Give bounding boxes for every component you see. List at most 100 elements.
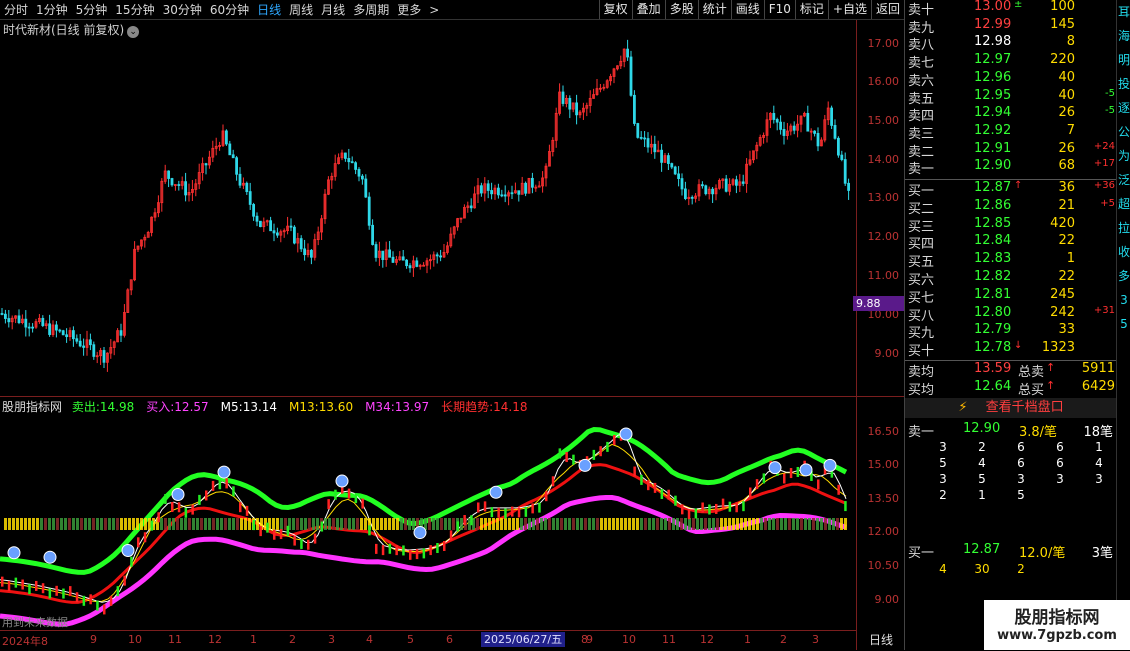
indicator-bar bbox=[116, 586, 120, 597]
indicator-name[interactable]: 股朋指标网 bbox=[2, 400, 62, 414]
level-change: -5 bbox=[1105, 87, 1115, 99]
date-label: 2 bbox=[289, 633, 296, 646]
queue-avg: 12.0/笔 bbox=[1019, 546, 1066, 561]
indicator-bar bbox=[701, 502, 704, 513]
bid-row[interactable]: 买四 12.84 22 bbox=[905, 233, 1117, 252]
level-label: 卖一 bbox=[908, 162, 935, 178]
queue-row: 买一 12.87 12.0/笔 3笔 bbox=[905, 542, 1117, 561]
signal-strip bbox=[16, 518, 19, 530]
tool-button-8[interactable]: 返回 bbox=[870, 0, 904, 19]
signal-strip bbox=[172, 518, 175, 530]
candle-body bbox=[31, 326, 35, 329]
indicator-bar bbox=[347, 488, 351, 499]
indicator-bar bbox=[218, 479, 222, 490]
signal-strip bbox=[364, 518, 367, 530]
signal-strip bbox=[204, 518, 207, 530]
edge-char: 耳 bbox=[1117, 5, 1130, 19]
level-price: 12.96 bbox=[974, 69, 1012, 85]
view-depth-button[interactable]: ⚡ 查看千档盘口 bbox=[905, 398, 1117, 418]
ask-row[interactable]: 卖七 12.97 220 bbox=[905, 52, 1117, 71]
indicator-bar bbox=[48, 588, 52, 599]
signal-strip bbox=[740, 518, 743, 530]
indicator-bar bbox=[511, 506, 514, 517]
candle-body bbox=[524, 182, 527, 194]
candle-body bbox=[486, 183, 490, 191]
signal-strip bbox=[820, 518, 823, 530]
ask-row[interactable]: 卖六 12.96 40 bbox=[905, 70, 1117, 89]
indicator-bar bbox=[653, 482, 657, 493]
signal-strip bbox=[476, 518, 479, 530]
ask-row[interactable]: 卖五 12.95 40 -5 bbox=[905, 88, 1117, 107]
queue-count: 3笔 bbox=[1091, 546, 1113, 561]
ask-row[interactable]: 卖一 12.90 68 +17 bbox=[905, 158, 1117, 177]
queue-avg: 3.8/笔 bbox=[1019, 425, 1058, 440]
indicator-bar bbox=[239, 502, 242, 513]
signal-strip bbox=[96, 518, 99, 530]
candle-body bbox=[779, 121, 782, 130]
signal-strip bbox=[708, 518, 711, 530]
bolt-icon: ⚡ bbox=[958, 400, 968, 415]
ask-row[interactable]: 卖四 12.94 26 -5 bbox=[905, 105, 1117, 124]
ask-row[interactable]: 卖九 12.99 145 bbox=[905, 17, 1117, 36]
ask-row[interactable]: 卖八 12.98 8 bbox=[905, 34, 1117, 53]
ask-row[interactable]: 卖十 13.00 ±100 bbox=[905, 0, 1117, 18]
bid-row[interactable]: 买八 12.80 242 +31 bbox=[905, 305, 1117, 324]
signal-strip bbox=[460, 518, 463, 530]
indicator-bar bbox=[551, 476, 555, 487]
level-volume: 7 bbox=[1066, 122, 1075, 138]
queue-cell: 6 bbox=[1056, 440, 1064, 454]
signal-marker bbox=[217, 465, 231, 479]
date-label: 2 bbox=[780, 633, 787, 646]
edge-char: 超 bbox=[1117, 197, 1130, 211]
date-label: 12 bbox=[208, 633, 222, 646]
candle-body bbox=[231, 154, 235, 159]
indicator-bar bbox=[150, 520, 154, 531]
signal-strip bbox=[392, 518, 395, 530]
bid-row[interactable]: 买二 12.86 21 +5 bbox=[905, 198, 1117, 217]
bid-row[interactable]: 买六 12.82 22 bbox=[905, 269, 1117, 288]
indicator-bar bbox=[429, 545, 432, 556]
signal-strip bbox=[40, 518, 43, 530]
bid-row[interactable]: 买十 12.78 ↓ 1323 bbox=[905, 340, 1117, 359]
indicator-item: M13:13.60 bbox=[289, 400, 359, 414]
level-volume: 26 bbox=[1058, 105, 1075, 121]
signal-strip bbox=[752, 518, 755, 530]
ask-row[interactable]: 卖二 12.91 26 +24 bbox=[905, 141, 1117, 160]
edge-char: 多 bbox=[1117, 269, 1130, 283]
price-tick: 15.00 bbox=[867, 114, 900, 127]
bid-row[interactable]: 买一 12.87 ↑ 36 +36 bbox=[905, 180, 1117, 199]
signal-strip bbox=[712, 518, 715, 530]
signal-strip bbox=[636, 518, 639, 530]
indicator-bar bbox=[211, 480, 215, 491]
indicator-line bbox=[0, 495, 847, 627]
signal-strip bbox=[124, 518, 127, 530]
bid-row[interactable]: 买九 12.79 33 bbox=[905, 322, 1117, 341]
level-volume: 68 bbox=[1058, 158, 1075, 174]
signal-strip bbox=[352, 518, 355, 530]
bid-row[interactable]: 买七 12.81 245 bbox=[905, 287, 1117, 306]
bid-row[interactable]: 买三 12.85 420 bbox=[905, 216, 1117, 235]
candle-body bbox=[360, 175, 364, 180]
timeframe-label[interactable]: 日线 bbox=[856, 630, 905, 650]
indicator-bar bbox=[41, 583, 45, 594]
indicator-bar bbox=[171, 502, 174, 513]
signal-strip bbox=[136, 518, 139, 530]
indicator-bar bbox=[313, 533, 317, 544]
signal-strip bbox=[328, 518, 331, 530]
indicator-axis: 16.50 15.00 13.50 12.00 10.50 9.00 bbox=[856, 397, 905, 630]
signal-strip bbox=[804, 518, 807, 530]
level-change: +5 bbox=[1100, 197, 1115, 209]
ask-row[interactable]: 卖三 12.92 7 bbox=[905, 123, 1117, 142]
signal-marker bbox=[121, 543, 135, 557]
queue-cell: 4 bbox=[978, 456, 986, 470]
indicator-bar bbox=[837, 484, 840, 495]
bid-row[interactable]: 买五 12.83 1 bbox=[905, 251, 1117, 270]
signal-strip bbox=[796, 518, 799, 530]
date-label: 1 bbox=[744, 633, 751, 646]
signal-strip bbox=[528, 518, 531, 530]
indicator-bar bbox=[524, 506, 528, 517]
arrow-up-icon: ↑ bbox=[1046, 361, 1056, 374]
date-label: 1 bbox=[250, 633, 257, 646]
signal-strip bbox=[772, 518, 775, 530]
signal-strip bbox=[628, 518, 631, 530]
